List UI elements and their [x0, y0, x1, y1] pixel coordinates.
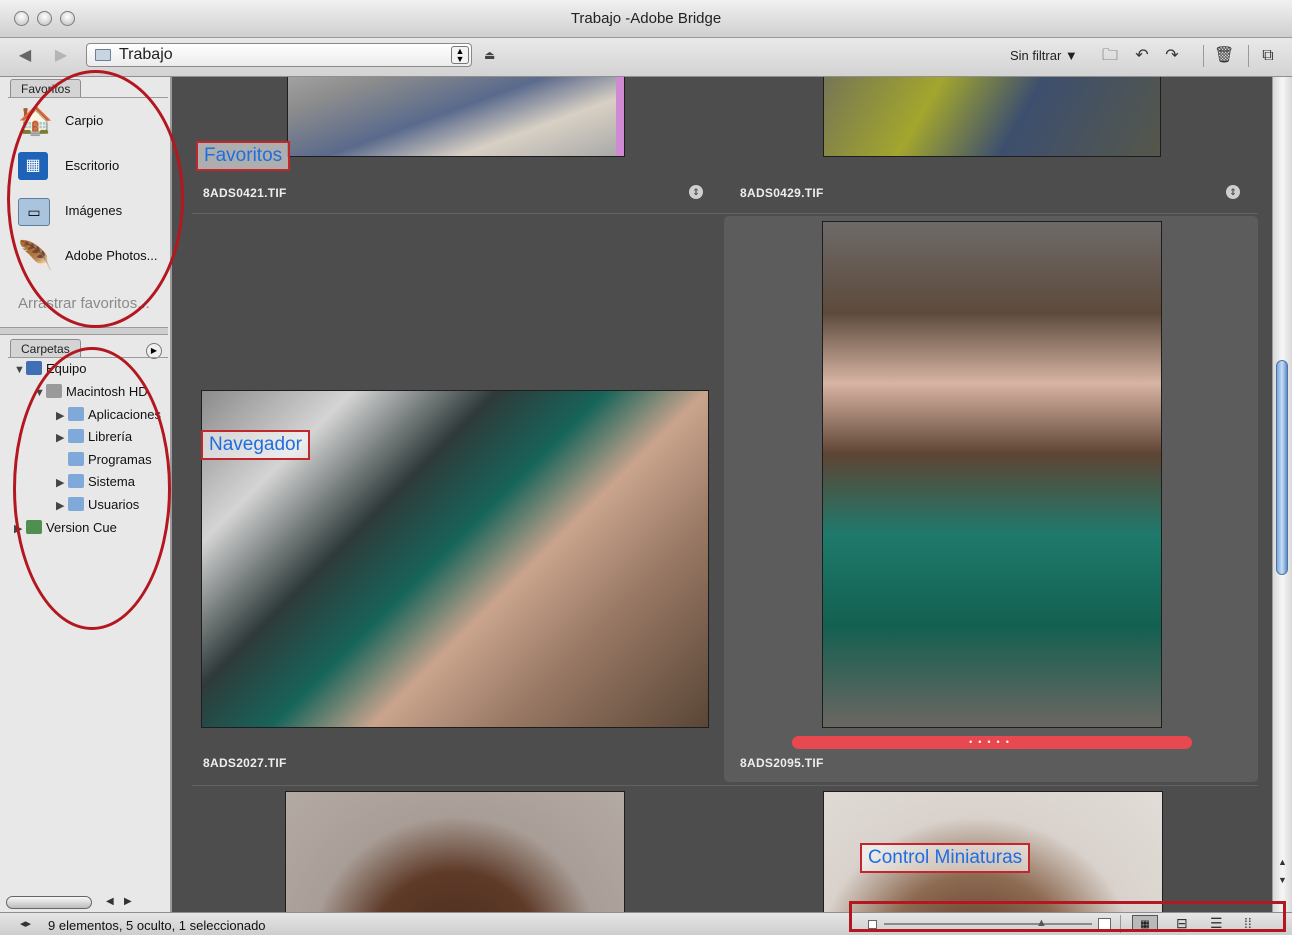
thumbnail-filename: 8ADS0421.TIF [203, 186, 287, 200]
vertical-scrollbar[interactable]: ▲ ▼ [1272, 77, 1292, 912]
selection-rating-bar[interactable]: ••••• [792, 736, 1192, 749]
thumbnail-image[interactable] [822, 221, 1162, 728]
annotation-navegador: Navegador [201, 430, 310, 460]
thumbnail-control-highlight [849, 901, 1286, 932]
thumbnail-image[interactable] [287, 77, 625, 157]
thumbnail-filename: 8ADS0429.TIF [740, 186, 824, 200]
thumbnail-image[interactable] [823, 77, 1161, 157]
content-grid: 8ADS0421.TIF ⇕ 8ADS0429.TIF ⇕ 8ADS2027.T… [172, 77, 1272, 912]
path-stepper-icon[interactable]: ▲ ▼ [451, 46, 469, 64]
metadata-icon[interactable]: ⇕ [689, 185, 703, 199]
computer-icon [26, 361, 42, 375]
toolbar-divider [1248, 45, 1249, 67]
toggle-panels-icon[interactable]: ◂▸ [20, 917, 31, 930]
scroll-down-icon[interactable]: ▼ [1278, 875, 1287, 885]
toolbar-divider [1203, 45, 1204, 67]
filter-dropdown[interactable]: Sin filtrar ▼ [1010, 48, 1078, 63]
trash-icon[interactable]: 🗑 [1214, 46, 1234, 66]
parent-folder-icon[interactable]: ⏏ [484, 48, 502, 63]
new-folder-icon[interactable]: 🗀 [1100, 46, 1120, 66]
color-label-strip [616, 77, 624, 156]
scroll-right-icon[interactable]: ▶ [124, 896, 132, 907]
folder-icon [95, 49, 111, 61]
metadata-icon[interactable]: ⇕ [1226, 185, 1240, 199]
forward-arrow-icon[interactable]: ▶ [50, 46, 72, 66]
expand-triangle-icon[interactable]: ▼ [14, 364, 26, 376]
rotate-left-icon[interactable]: ↶ [1132, 46, 1152, 66]
path-toolbar: ◀ ▶ Trabajo ▲ ▼ ⏏ Sin filtrar ▼ 🗀 ↶ ↷ 🗑 ⧉ [0, 38, 1292, 77]
path-label: Trabajo [119, 46, 173, 63]
rotate-right-icon[interactable]: ↷ [1162, 46, 1182, 66]
row-divider [192, 213, 1258, 214]
selected-thumbnail-cell[interactable]: ••••• 8ADS2095.TIF [724, 216, 1258, 782]
row-divider [192, 785, 1258, 786]
status-text: 9 elementos, 5 oculto, 1 seleccionado [48, 918, 266, 933]
scroll-thumb[interactable] [6, 896, 92, 909]
favorites-highlight-ellipse [7, 70, 184, 328]
title-bar: Trabajo -Adobe Bridge [0, 0, 1292, 38]
annotation-control-miniaturas: Control Miniaturas [860, 843, 1031, 873]
thumbnail-image[interactable] [285, 791, 625, 912]
thumbnail-filename: 8ADS2027.TIF [203, 756, 287, 770]
scroll-left-icon[interactable]: ◀ [106, 896, 114, 907]
window-title: Trabajo -Adobe Bridge [570, 10, 722, 27]
thumbnail-filename: 8ADS2095.TIF [740, 756, 824, 770]
folders-highlight-ellipse [13, 347, 171, 630]
path-dropdown[interactable]: Trabajo ▲ ▼ [86, 43, 472, 67]
annotation-favoritos: Favoritos [196, 141, 291, 171]
compact-mode-icon[interactable]: ⧉ [1258, 46, 1278, 66]
scroll-up-icon[interactable]: ▲ [1278, 857, 1287, 867]
panel-splitter[interactable] [0, 327, 168, 335]
scroll-thumb[interactable] [1276, 360, 1288, 575]
horizontal-scrollbar[interactable]: ◀ ▶ [6, 895, 144, 911]
back-arrow-icon[interactable]: ◀ [14, 46, 36, 66]
